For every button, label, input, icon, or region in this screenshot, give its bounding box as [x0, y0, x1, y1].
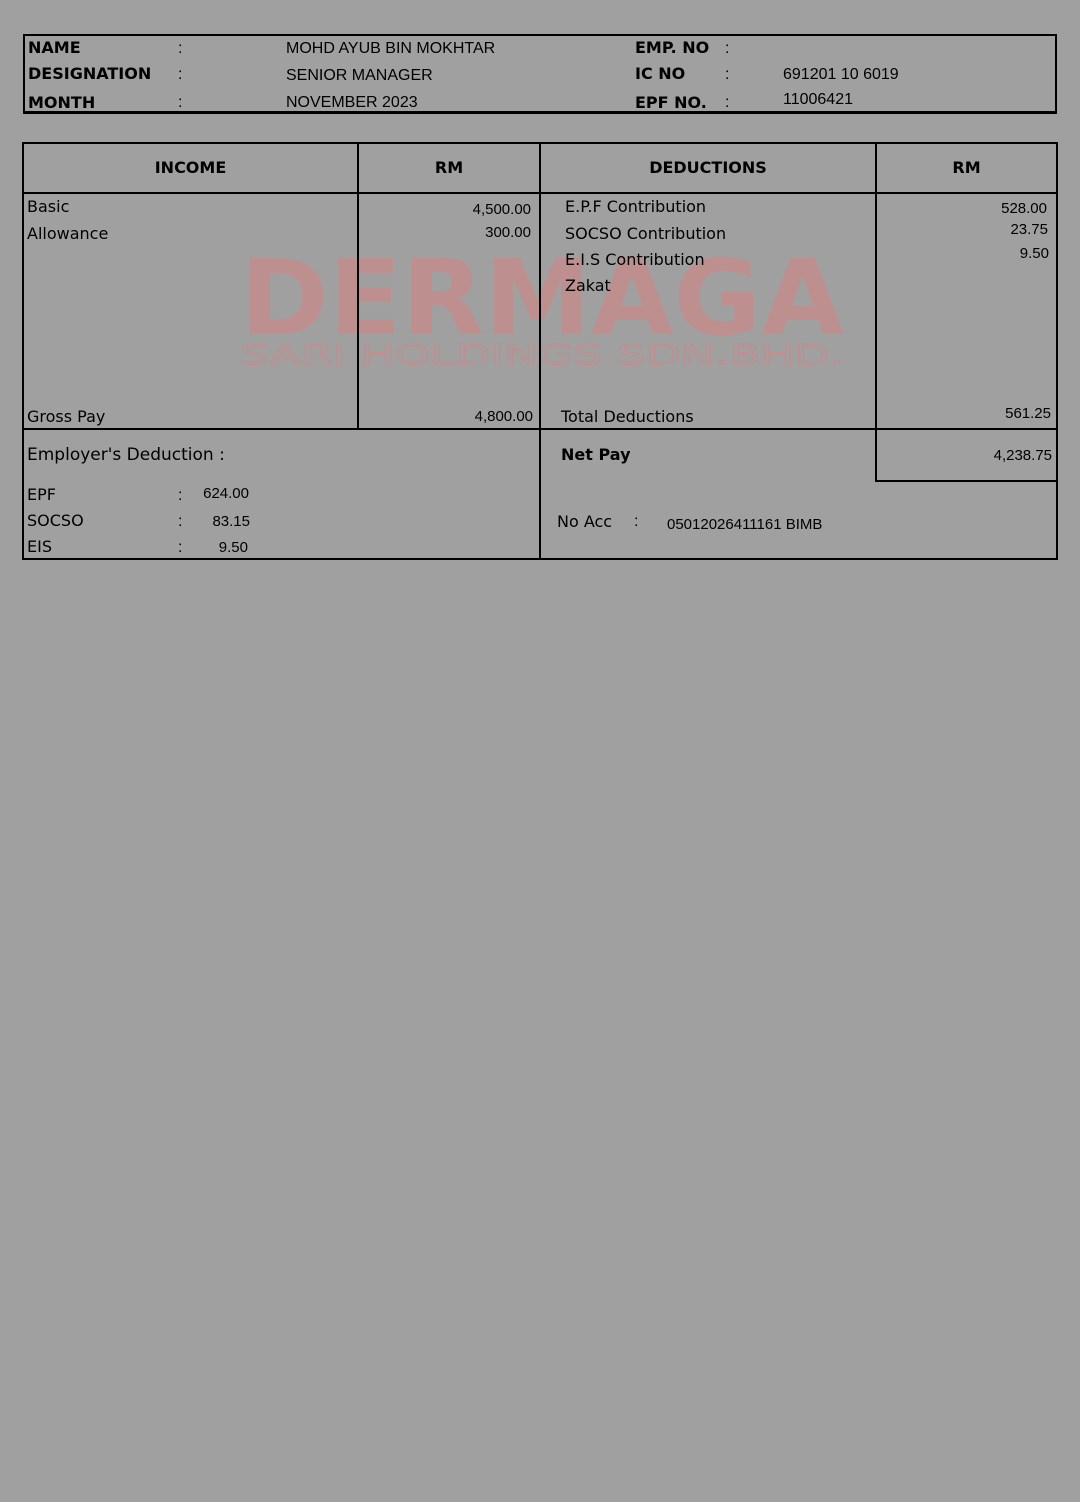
income-item-allowance-amount: 300.00 — [485, 224, 531, 241]
center-divider — [539, 142, 541, 560]
income-item-basic-amount: 4,500.00 — [472, 201, 531, 218]
income-rm-divider — [357, 142, 359, 430]
deduction-item-eis-amount: 9.50 — [1019, 245, 1049, 262]
deduction-item-epf-label: E.P.F Contribution — [565, 197, 707, 216]
account-no-value: 05012026411161 BIMB — [667, 516, 823, 533]
name-label: NAME — [28, 38, 81, 57]
employer-socso-colon: : — [178, 513, 183, 530]
employer-eis-label: EIS — [27, 537, 52, 556]
deduction-item-socso-amount: 23.75 — [1010, 221, 1048, 238]
name-colon: : — [178, 40, 183, 57]
deduction-item-socso-label: SOCSO Contribution — [565, 224, 727, 243]
gross-pay-label: Gross Pay — [27, 407, 106, 426]
designation-value: SENIOR MANAGER — [286, 67, 433, 84]
watermark-subtitle: SARI HOLDINGS SDN.BHD. — [240, 338, 844, 371]
table-left-border — [22, 142, 24, 560]
employer-epf-label: EPF — [27, 485, 56, 504]
ic-no-value: 691201 10 6019 — [783, 66, 899, 83]
month-colon: : — [178, 94, 183, 111]
epf-no-value: 11006421 — [783, 91, 853, 108]
income-header: INCOME — [154, 158, 227, 177]
company-watermark: DERMAGA SARI HOLDINGS SDN.BHD. — [240, 248, 845, 372]
ic-no-colon: : — [725, 66, 730, 83]
month-label: MONTH — [28, 93, 96, 112]
deduction-item-epf-amount: 528.00 — [1001, 200, 1047, 217]
emp-no-colon: : — [725, 40, 730, 57]
name-value: MOHD AYUB BIN MOKHTAR — [286, 40, 496, 57]
income-item-allowance-label: Allowance — [27, 224, 109, 243]
total-deductions-label: Total Deductions — [561, 407, 694, 426]
income-rm-header: RM — [434, 158, 464, 177]
designation-label: DESIGNATION — [28, 64, 152, 83]
net-pay-label: Net Pay — [561, 445, 631, 464]
account-no-label: No Acc — [557, 512, 613, 531]
emp-no-label: EMP. NO — [635, 38, 710, 57]
employer-epf-amount: 624.00 — [203, 485, 249, 502]
gross-pay-amount: 4,800.00 — [474, 408, 533, 425]
employer-eis-colon: : — [178, 539, 183, 556]
deductions-rm-header: RM — [952, 158, 981, 177]
employer-socso-amount: 83.15 — [212, 513, 250, 530]
ic-no-label: IC NO — [635, 64, 686, 83]
net-pay-box-bottom — [875, 480, 1058, 482]
deduction-rm-divider — [875, 142, 877, 482]
deduction-item-eis-label: E.I.S Contribution — [565, 250, 705, 269]
deductions-header: DEDUCTIONS — [649, 158, 767, 177]
deduction-item-zakat-label: Zakat — [565, 276, 611, 295]
table-right-border — [1056, 142, 1058, 560]
employer-epf-colon: : — [178, 487, 183, 504]
account-no-colon: : — [634, 513, 639, 530]
total-deductions-amount: 561.25 — [1005, 405, 1051, 422]
employer-eis-amount: 9.50 — [218, 539, 248, 556]
employer-deduction-title: Employer's Deduction : — [27, 445, 225, 465]
epf-no-label: EPF NO. — [635, 93, 707, 112]
month-value: NOVEMBER 2023 — [286, 94, 418, 111]
employer-socso-label: SOCSO — [27, 511, 84, 530]
net-pay-amount: 4,238.75 — [993, 447, 1052, 464]
income-item-basic-label: Basic — [27, 197, 70, 216]
epf-no-colon: : — [725, 94, 730, 111]
designation-colon: : — [178, 66, 183, 83]
